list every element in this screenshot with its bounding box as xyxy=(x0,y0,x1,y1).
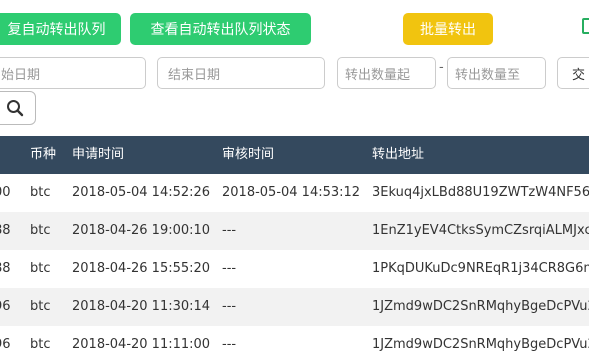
table-row: 96 btc 2018-04-20 11:11:00 --- 1JZmd9wDC… xyxy=(0,326,589,364)
apply-time-cell: 2018-04-20 11:30:14 xyxy=(72,299,211,314)
end-date-input[interactable]: 结束日期 xyxy=(157,57,325,89)
view-queue-status-button[interactable]: 查看自动转出队列状态 xyxy=(130,13,311,45)
header-apply-time: 申请时间 xyxy=(72,147,125,162)
search-icon xyxy=(7,100,24,117)
address-cell: 3Ekuq4jxLBd88U19ZWTzW4NF56N xyxy=(372,185,589,200)
currency-cell: btc xyxy=(30,337,51,352)
row-partial-cell: 88 xyxy=(0,261,11,276)
review-time-cell: --- xyxy=(222,223,237,238)
table-header: 币种 申请时间 审核时间 转出地址 xyxy=(0,136,589,174)
row-partial-cell: 00 xyxy=(0,185,11,200)
address-cell: 1JZmd9wDC2SnRMqhyBgeDcPVu2 xyxy=(372,299,589,314)
table-row: 96 btc 2018-04-20 11:30:14 --- 1JZmd9wDC… xyxy=(0,288,589,326)
review-time-cell: --- xyxy=(222,337,237,352)
table-row: 00 btc 2018-05-04 14:52:26 2018-05-04 14… xyxy=(0,174,589,212)
address-cell: 1JZmd9wDC2SnRMqhyBgeDcPVu2 xyxy=(372,337,589,352)
row-partial-cell: 88 xyxy=(0,223,11,238)
apply-time-cell: 2018-05-04 14:52:26 xyxy=(72,185,211,200)
resume-auto-queue-button[interactable]: 复自动转出队列 xyxy=(0,13,121,45)
status-select[interactable]: 交 xyxy=(557,57,589,89)
start-date-input[interactable]: 始日期 xyxy=(0,57,146,89)
address-cell: 1PKqDUKuDc9NREqR1j34CR8G6m xyxy=(372,261,589,276)
amount-min-input[interactable]: 转出数量起 xyxy=(337,57,436,89)
currency-cell: btc xyxy=(30,185,51,200)
excel-icon[interactable] xyxy=(582,18,589,34)
review-time-cell: --- xyxy=(222,299,237,314)
apply-time-cell: 2018-04-20 11:11:00 xyxy=(72,337,211,352)
row-partial-cell: 96 xyxy=(0,337,11,352)
apply-time-cell: 2018-04-26 15:55:20 xyxy=(72,261,211,276)
search-button[interactable] xyxy=(0,91,36,125)
review-time-cell: 2018-05-04 14:53:12 xyxy=(222,185,361,200)
table-row: 88 btc 2018-04-26 19:00:10 --- 1EnZ1yEV4… xyxy=(0,212,589,250)
header-address: 转出地址 xyxy=(372,147,425,162)
header-currency: 币种 xyxy=(30,147,57,162)
currency-cell: btc xyxy=(30,261,51,276)
currency-cell: btc xyxy=(30,299,51,314)
review-time-cell: --- xyxy=(222,261,237,276)
header-review-time: 审核时间 xyxy=(222,147,275,162)
apply-time-cell: 2018-04-26 19:00:10 xyxy=(72,223,211,238)
range-separator: - xyxy=(439,60,444,75)
row-partial-cell: 96 xyxy=(0,299,11,314)
table-row: 88 btc 2018-04-26 15:55:20 --- 1PKqDUKuD… xyxy=(0,250,589,288)
address-cell: 1EnZ1yEV4CtksSymCZsrqiALMJxcd xyxy=(372,223,589,238)
amount-max-input[interactable]: 转出数量至 xyxy=(447,57,546,89)
currency-cell: btc xyxy=(30,223,51,238)
batch-transfer-button[interactable]: 批量转出 xyxy=(403,13,493,45)
